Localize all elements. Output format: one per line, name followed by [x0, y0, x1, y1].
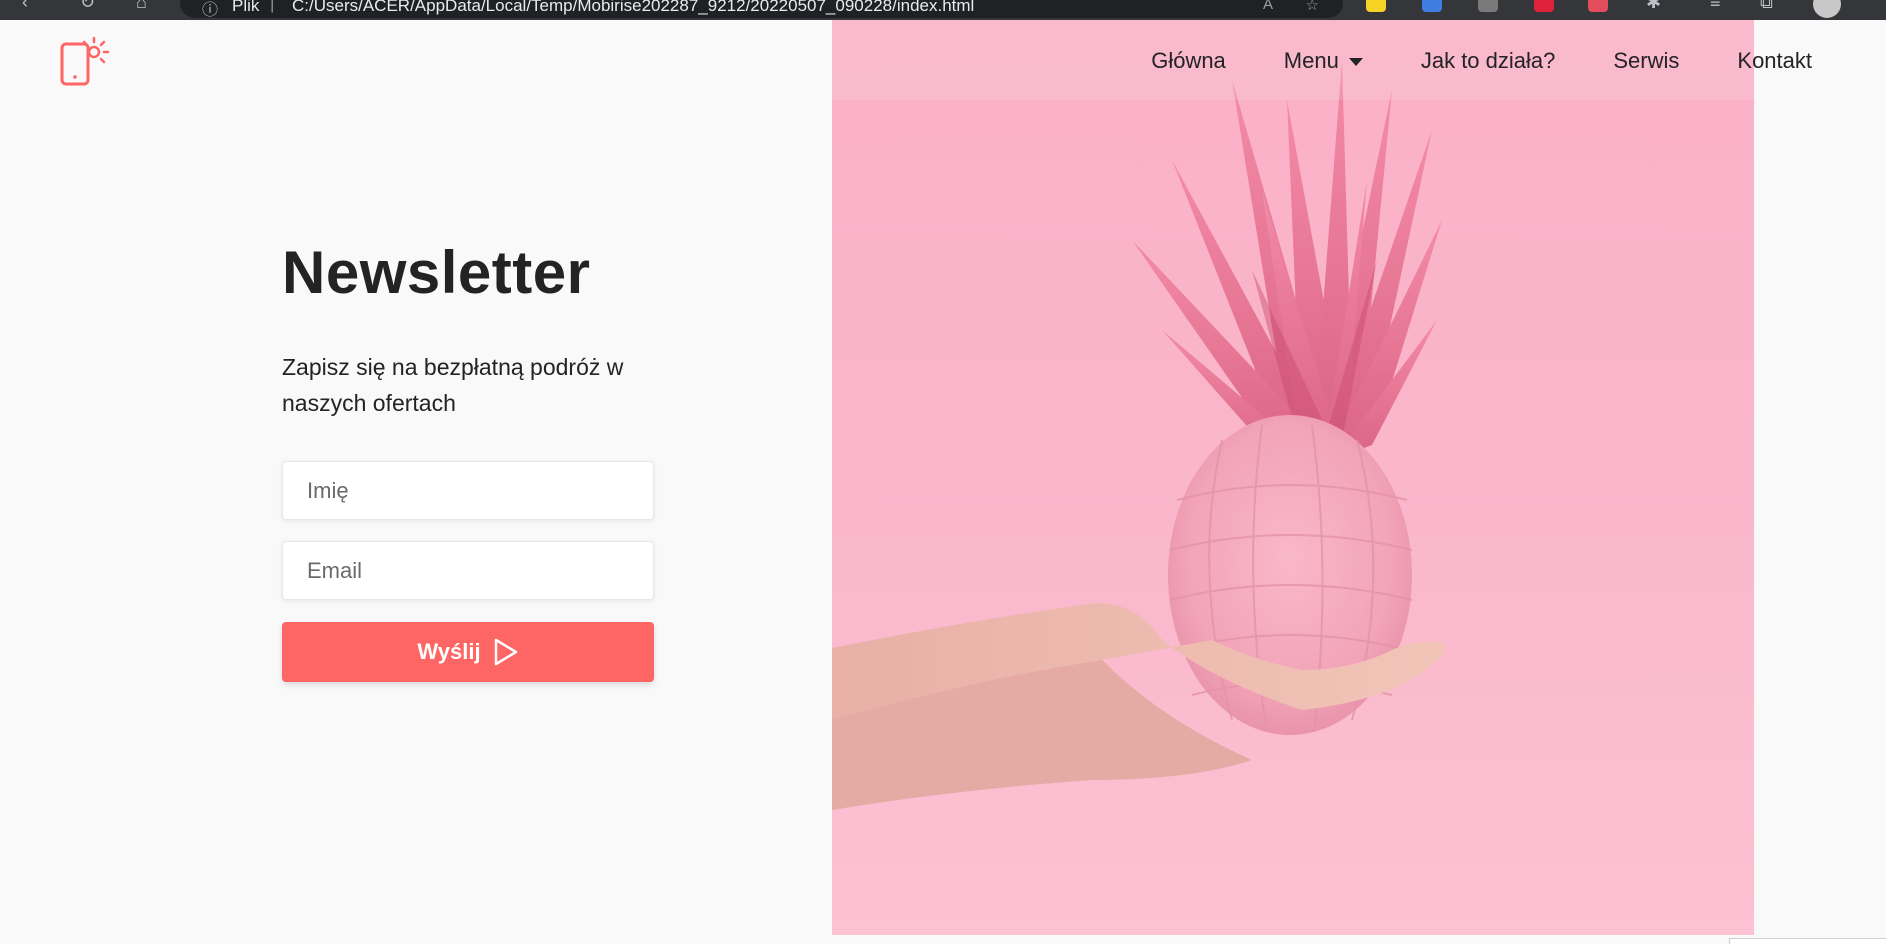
nav-item-menu-label: Menu: [1283, 48, 1339, 73]
extension-icon[interactable]: [1478, 0, 1498, 12]
read-aloud-icon[interactable]: A: [1263, 0, 1273, 13]
name-input[interactable]: [282, 461, 654, 520]
email-input[interactable]: [282, 541, 654, 600]
page-corner: [1729, 938, 1886, 944]
address-url[interactable]: C:/Users/ACER/AppData/Local/Temp/Mobiris…: [292, 0, 974, 16]
nav-item-serwis[interactable]: Serwis: [1613, 48, 1679, 74]
newsletter-title: Newsletter: [282, 239, 591, 306]
favorites-icon[interactable]: ≡: [1710, 0, 1721, 13]
extensions-puzzle-icon[interactable]: ✱: [1646, 0, 1661, 13]
back-icon[interactable]: ‹: [22, 0, 28, 13]
profile-avatar[interactable]: [1813, 0, 1841, 18]
extension-icon[interactable]: [1588, 0, 1608, 12]
site-info-label: Plik: [232, 0, 260, 15]
add-favorite-icon[interactable]: ☆: [1306, 0, 1319, 14]
site-header: Główna Menu Jak to działa? Serwis Kontak…: [0, 20, 1886, 100]
collections-icon[interactable]: ⧉: [1760, 0, 1773, 13]
info-icon[interactable]: ⓘ: [202, 0, 218, 20]
address-separator: |: [270, 0, 275, 13]
nav-item-kontakt[interactable]: Kontakt: [1737, 48, 1812, 74]
send-button[interactable]: Wyślij: [282, 622, 654, 682]
newsletter-subtitle: Zapisz się na bezpłatną podróż w naszych…: [282, 354, 624, 416]
home-icon[interactable]: ⌂: [136, 0, 147, 13]
reload-icon[interactable]: ↻: [80, 0, 95, 13]
play-arrow-icon: [494, 638, 517, 666]
send-button-label: Wyślij: [417, 639, 481, 664]
pineapple-illustration: [832, 60, 1446, 810]
translate-extension-icon[interactable]: [1422, 0, 1442, 12]
nav-item-jak-to-dziala[interactable]: Jak to działa?: [1421, 48, 1556, 74]
nav-item-menu[interactable]: Menu: [1284, 48, 1363, 74]
nav-item-glowna[interactable]: Główna: [1151, 48, 1226, 74]
phone-logo-icon[interactable]: [58, 34, 112, 88]
adblock-extension-icon[interactable]: [1534, 0, 1554, 12]
chevron-down-icon: [1348, 58, 1363, 66]
main-navigation: Główna Menu Jak to działa? Serwis Kontak…: [1151, 48, 1812, 74]
extension-icon[interactable]: [1366, 0, 1386, 12]
browser-toolbar: ‹ ↻ ⌂ ⓘ Plik | C:/Users/ACER/AppData/Loc…: [0, 0, 1886, 20]
address-bar[interactable]: ⓘ Plik | C:/Users/ACER/AppData/Local/Tem…: [180, 0, 1343, 20]
hero-image-pink-pineapple: [832, 20, 1754, 935]
